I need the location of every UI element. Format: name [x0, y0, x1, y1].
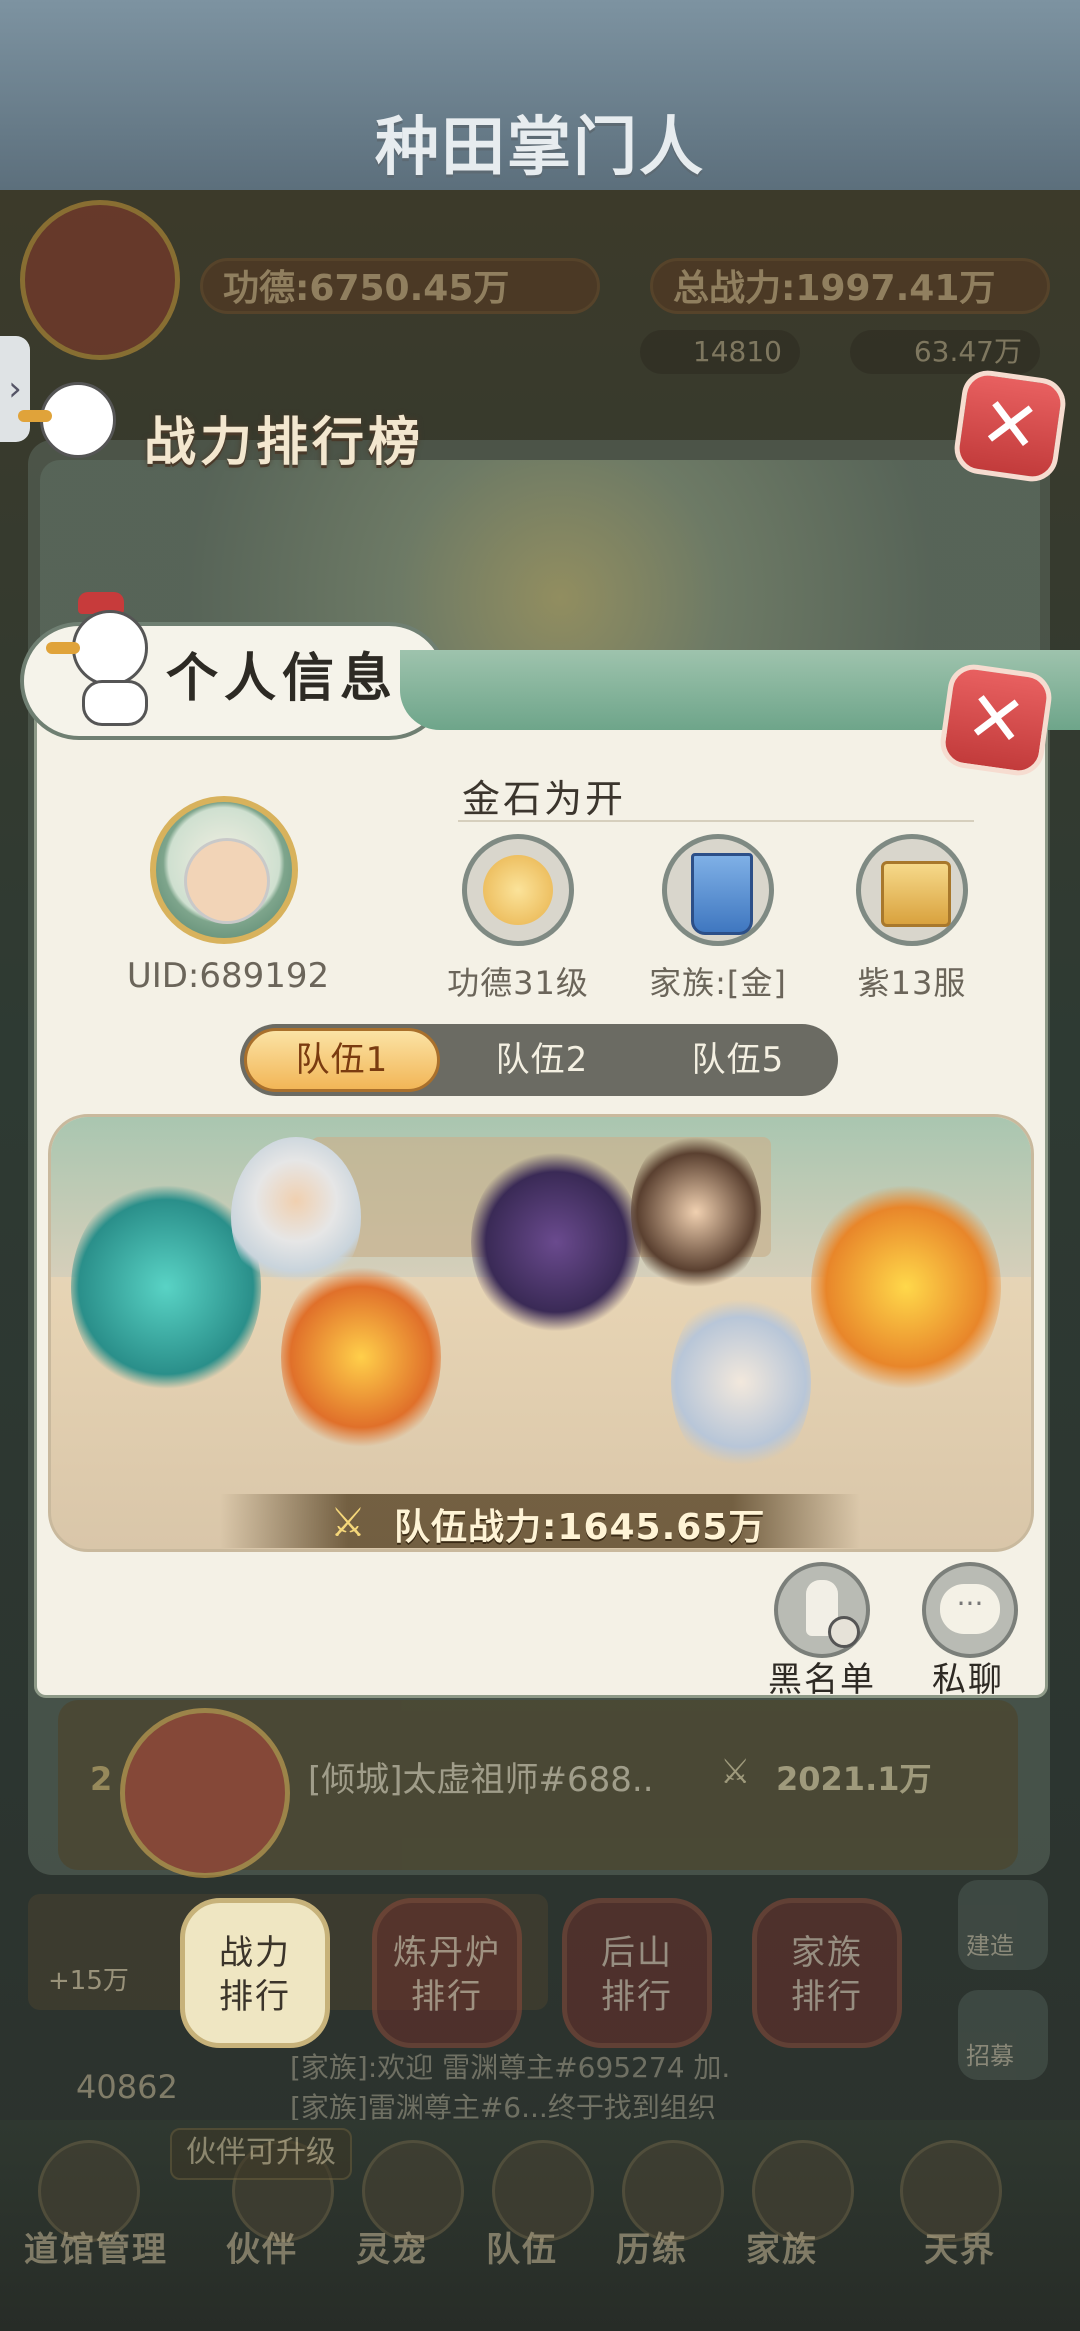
- nav-heaven-label[interactable]: 天界: [924, 2222, 996, 2271]
- rank-tab-backhill[interactable]: 后山 排行: [562, 1898, 712, 2048]
- tab-team-2[interactable]: 队伍2: [444, 1028, 640, 1092]
- bonus-value: +15万: [48, 1966, 129, 1996]
- ranking-title: 战力排行榜: [144, 413, 425, 473]
- rank-tab-family[interactable]: 家族 排行: [752, 1898, 902, 2048]
- crane-mascot-icon: [18, 372, 120, 482]
- ranking-close-button[interactable]: ✕: [951, 367, 1069, 485]
- nav-partner-label[interactable]: 伙伴: [226, 2222, 298, 2271]
- player-name: 金石为开: [458, 768, 974, 822]
- merit-badge[interactable]: [462, 834, 574, 946]
- crane-mascot-icon: [46, 588, 162, 726]
- total-power-value: 1997.41万: [795, 268, 996, 309]
- crossed-swords-icon: ⚔: [720, 1752, 751, 1792]
- total-power-label: 总战力:: [673, 268, 796, 309]
- lotus-icon: [483, 855, 553, 925]
- banner-icon: [691, 853, 753, 935]
- team-power: 队伍战力:1645.65万: [394, 1507, 766, 1548]
- close-icon: ✕: [961, 674, 1031, 764]
- merit-bar: 功德:6750.45万: [200, 258, 600, 314]
- merit-value: 6750.45万: [309, 268, 510, 309]
- tab-team-1[interactable]: 队伍1: [244, 1028, 440, 1092]
- team-lineup-scene: [48, 1114, 1034, 1552]
- tab-team-5[interactable]: 队伍5: [640, 1028, 836, 1092]
- nav-adventure-label[interactable]: 历练: [616, 2222, 688, 2271]
- nav-family-label[interactable]: 家族: [746, 2222, 818, 2271]
- close-icon: ✕: [975, 380, 1045, 470]
- rank-tab-furnace[interactable]: 炼丹炉 排行: [372, 1898, 522, 2048]
- private-chat-label: 私聊: [932, 1660, 1004, 1700]
- side-expand-tab[interactable]: ›: [0, 336, 30, 442]
- recruit-button[interactable]: 招募: [958, 1990, 1048, 2080]
- player-uid: UID:689192: [126, 956, 330, 996]
- merit-label: 功德:: [223, 268, 310, 309]
- ranking-row-name: [倾城]太虚祖师#688..: [308, 1760, 654, 1800]
- palace-icon: [881, 861, 951, 927]
- chat-bubble-icon: ···: [940, 1584, 1000, 1634]
- chat-line[interactable]: [家族]:欢迎 雷渊尊主#695274 加.: [290, 2046, 730, 2086]
- ban-icon: [828, 1616, 860, 1648]
- blacklist-label: 黑名单: [768, 1660, 876, 1700]
- online-counter: 40862: [76, 2068, 178, 2106]
- player-avatar-bg[interactable]: [20, 200, 180, 360]
- modal-close-button[interactable]: ✕: [937, 661, 1055, 779]
- hero-scholar: [631, 1127, 761, 1297]
- hero-fire-warrior: [281, 1257, 441, 1457]
- ranking-row-rank: 2: [90, 1760, 113, 1798]
- partner-upgrade-tip: 伙伴可升级: [170, 2128, 352, 2180]
- ranking-row-power: 2021.1万: [776, 1760, 932, 1798]
- hero-silver-knight: [671, 1287, 811, 1477]
- nav-pet-label[interactable]: 灵宠: [356, 2222, 428, 2271]
- build-label: 建造: [966, 1932, 1014, 1960]
- nav-temple-label[interactable]: 道馆管理: [24, 2222, 168, 2271]
- rank-tab-power[interactable]: 战力 排行: [180, 1898, 330, 2048]
- hero-monkey-king: [811, 1177, 1001, 1397]
- family-badge[interactable]: [662, 834, 774, 946]
- game-title: 种田掌门人: [375, 111, 705, 185]
- server-badge[interactable]: [856, 834, 968, 946]
- currency-1: 14810: [640, 330, 800, 374]
- nav-team-label[interactable]: 队伍: [486, 2222, 558, 2271]
- family-label: 家族:[金]: [649, 964, 787, 1002]
- recruit-label: 招募: [966, 2042, 1014, 2070]
- build-button[interactable]: 建造: [958, 1880, 1048, 1970]
- currency-2: 63.47万: [850, 330, 1040, 374]
- modal-title: 个人信息: [166, 649, 399, 709]
- hero-dark-sorceress: [471, 1147, 641, 1337]
- avatar-face: [184, 838, 270, 924]
- merit-level-label: 功德31级: [447, 964, 589, 1002]
- blacklist-button[interactable]: [774, 1562, 870, 1658]
- crossed-swords-icon: ⚔: [330, 1500, 366, 1546]
- private-chat-button[interactable]: ···: [922, 1562, 1018, 1658]
- ranking-row-avatar: [120, 1708, 290, 1878]
- server-label: 紫13服: [857, 964, 967, 1002]
- total-power-bar: 总战力:1997.41万: [650, 258, 1050, 314]
